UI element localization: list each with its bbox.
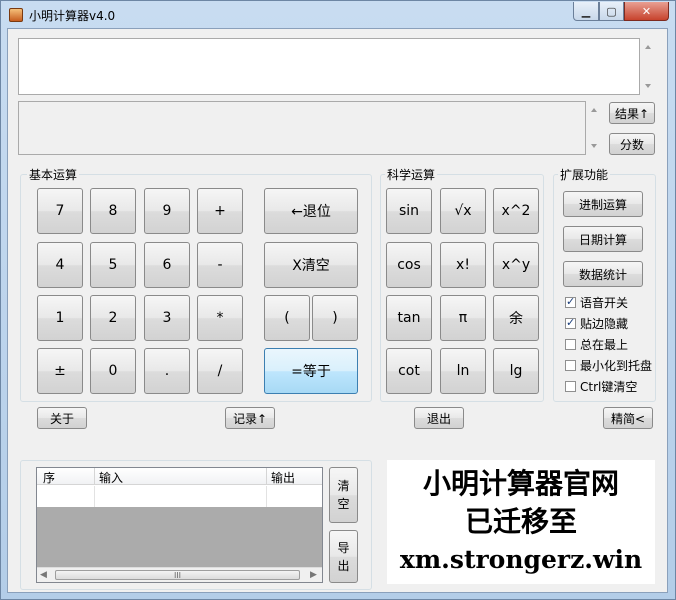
key-six-button[interactable]: 6: [144, 242, 190, 288]
key-plus-button[interactable]: +: [197, 188, 243, 234]
key-eight-button[interactable]: 8: [90, 188, 136, 234]
basic-group-label: 基本运算: [27, 166, 80, 183]
checkbox-box[interactable]: [565, 381, 576, 392]
close-button[interactable]: ✕: [624, 2, 669, 21]
extend-group-label: 扩展功能: [558, 166, 611, 183]
banner-line: 小明计算器官网: [422, 467, 619, 500]
scroll-right-icon[interactable]: ▶: [310, 570, 317, 580]
expression-display[interactable]: [18, 38, 640, 95]
checkbox-label: 最小化到托盘: [580, 359, 653, 373]
result-scrollbar[interactable]: [586, 101, 603, 155]
maximize-icon: ▢: [606, 4, 617, 18]
result-display[interactable]: [18, 101, 586, 155]
sci-factorial-button[interactable]: x!: [440, 242, 486, 288]
history-export-button[interactable]: 导 出: [329, 530, 358, 583]
history-clear-button[interactable]: 清 空: [329, 467, 358, 523]
ctrl-clear-checkbox[interactable]: Ctrl键清空: [565, 378, 637, 395]
compact-button[interactable]: 精简<: [603, 407, 653, 429]
always-on-top-checkbox[interactable]: 总在最上: [565, 336, 628, 353]
clear-button[interactable]: X清空: [264, 242, 358, 288]
column-divider[interactable]: [266, 468, 267, 485]
close-icon: ✕: [641, 4, 652, 18]
voice-toggle-checkbox[interactable]: 语音开关: [565, 294, 628, 311]
checkbox-label: 贴边隐藏: [580, 317, 629, 331]
sci-ln-button[interactable]: ln: [440, 348, 486, 394]
backspace-button[interactable]: ←退位: [264, 188, 358, 234]
sci-cot-button[interactable]: cot: [386, 348, 432, 394]
scroll-up-icon[interactable]: [591, 108, 597, 112]
sci-power-button[interactable]: x^y: [493, 242, 539, 288]
website-banner: 小明计算器官网 已迁移至 xm.strongerz.win: [387, 460, 655, 584]
checkbox-label: Ctrl键清空: [580, 380, 638, 394]
about-button[interactable]: 关于: [37, 407, 87, 429]
key-one-button[interactable]: 1: [37, 295, 83, 341]
history-empty-area: [37, 507, 322, 567]
sci-sin-button[interactable]: sin: [386, 188, 432, 234]
checkbox-label: 语音开关: [580, 296, 629, 310]
minimize-tray-checkbox[interactable]: 最小化到托盘: [565, 357, 652, 374]
key-zero-button[interactable]: 0: [90, 348, 136, 394]
sci-square-button[interactable]: x^2: [493, 188, 539, 234]
key-seven-button[interactable]: 7: [37, 188, 83, 234]
column-header-input[interactable]: 输入: [99, 469, 123, 486]
column-header-index[interactable]: 序: [43, 469, 55, 486]
maximize-button[interactable]: ▢: [599, 2, 624, 21]
scroll-left-icon[interactable]: ◀: [40, 570, 47, 580]
checkbox-box[interactable]: [565, 360, 576, 371]
equals-button[interactable]: =等于: [264, 348, 358, 394]
scroll-grip-icon: III: [173, 570, 182, 580]
key-plus-minus-button[interactable]: ±: [37, 348, 83, 394]
key-decimal-button[interactable]: .: [144, 348, 190, 394]
history-list-header: 序 输入 输出: [37, 468, 322, 485]
column-divider[interactable]: [94, 468, 95, 485]
key-four-button[interactable]: 4: [37, 242, 83, 288]
column-header-output[interactable]: 输出: [271, 469, 295, 486]
checkbox-box[interactable]: [565, 316, 576, 329]
edge-hide-checkbox[interactable]: 贴边隐藏: [565, 315, 628, 332]
expression-scrollbar[interactable]: [640, 38, 657, 95]
left-paren-button[interactable]: (: [264, 295, 310, 341]
key-two-button[interactable]: 2: [90, 295, 136, 341]
checkbox-box[interactable]: [565, 295, 576, 308]
key-nine-button[interactable]: 9: [144, 188, 190, 234]
banner-url: xm.strongerz.win: [399, 545, 643, 574]
base-convert-button[interactable]: 进制运算: [563, 191, 643, 217]
sci-tan-button[interactable]: tan: [386, 295, 432, 341]
sci-mod-button[interactable]: 余: [493, 295, 539, 341]
checkbox-label: 总在最上: [580, 338, 629, 352]
key-multiply-button[interactable]: *: [197, 295, 243, 341]
history-list[interactable]: 序 输入 输出 ◀ III ▶: [36, 467, 323, 583]
key-three-button[interactable]: 3: [144, 295, 190, 341]
key-divide-button[interactable]: /: [197, 348, 243, 394]
science-group-label: 科学运算: [385, 166, 438, 183]
right-paren-button[interactable]: ): [312, 295, 358, 341]
history-scroll-thumb[interactable]: III: [55, 570, 300, 580]
row-divider: [266, 486, 267, 507]
minimize-button[interactable]: ▁: [573, 2, 599, 21]
banner-line: 已迁移至: [464, 505, 577, 538]
record-button[interactable]: 记录↑: [225, 407, 275, 429]
date-calc-button[interactable]: 日期计算: [563, 226, 643, 252]
scroll-up-icon[interactable]: [645, 45, 651, 49]
window-title: 小明计算器v4.0: [29, 9, 116, 23]
result-button[interactable]: 结果↑: [609, 102, 655, 124]
checkbox-box[interactable]: [565, 339, 576, 350]
sci-cos-button[interactable]: cos: [386, 242, 432, 288]
sci-sqrt-button[interactable]: √x: [440, 188, 486, 234]
history-hscrollbar[interactable]: ◀ III ▶: [37, 567, 322, 582]
row-divider: [94, 486, 95, 507]
scroll-down-icon[interactable]: [591, 144, 597, 148]
app-icon: [9, 8, 23, 22]
key-minus-button[interactable]: -: [197, 242, 243, 288]
fraction-button[interactable]: 分数: [609, 133, 655, 155]
scroll-down-icon[interactable]: [645, 84, 651, 88]
data-stats-button[interactable]: 数据统计: [563, 261, 643, 287]
exit-button[interactable]: 退出: [414, 407, 464, 429]
sci-lg-button[interactable]: lg: [493, 348, 539, 394]
key-five-button[interactable]: 5: [90, 242, 136, 288]
minimize-icon: ▁: [581, 4, 591, 18]
sci-pi-button[interactable]: π: [440, 295, 486, 341]
